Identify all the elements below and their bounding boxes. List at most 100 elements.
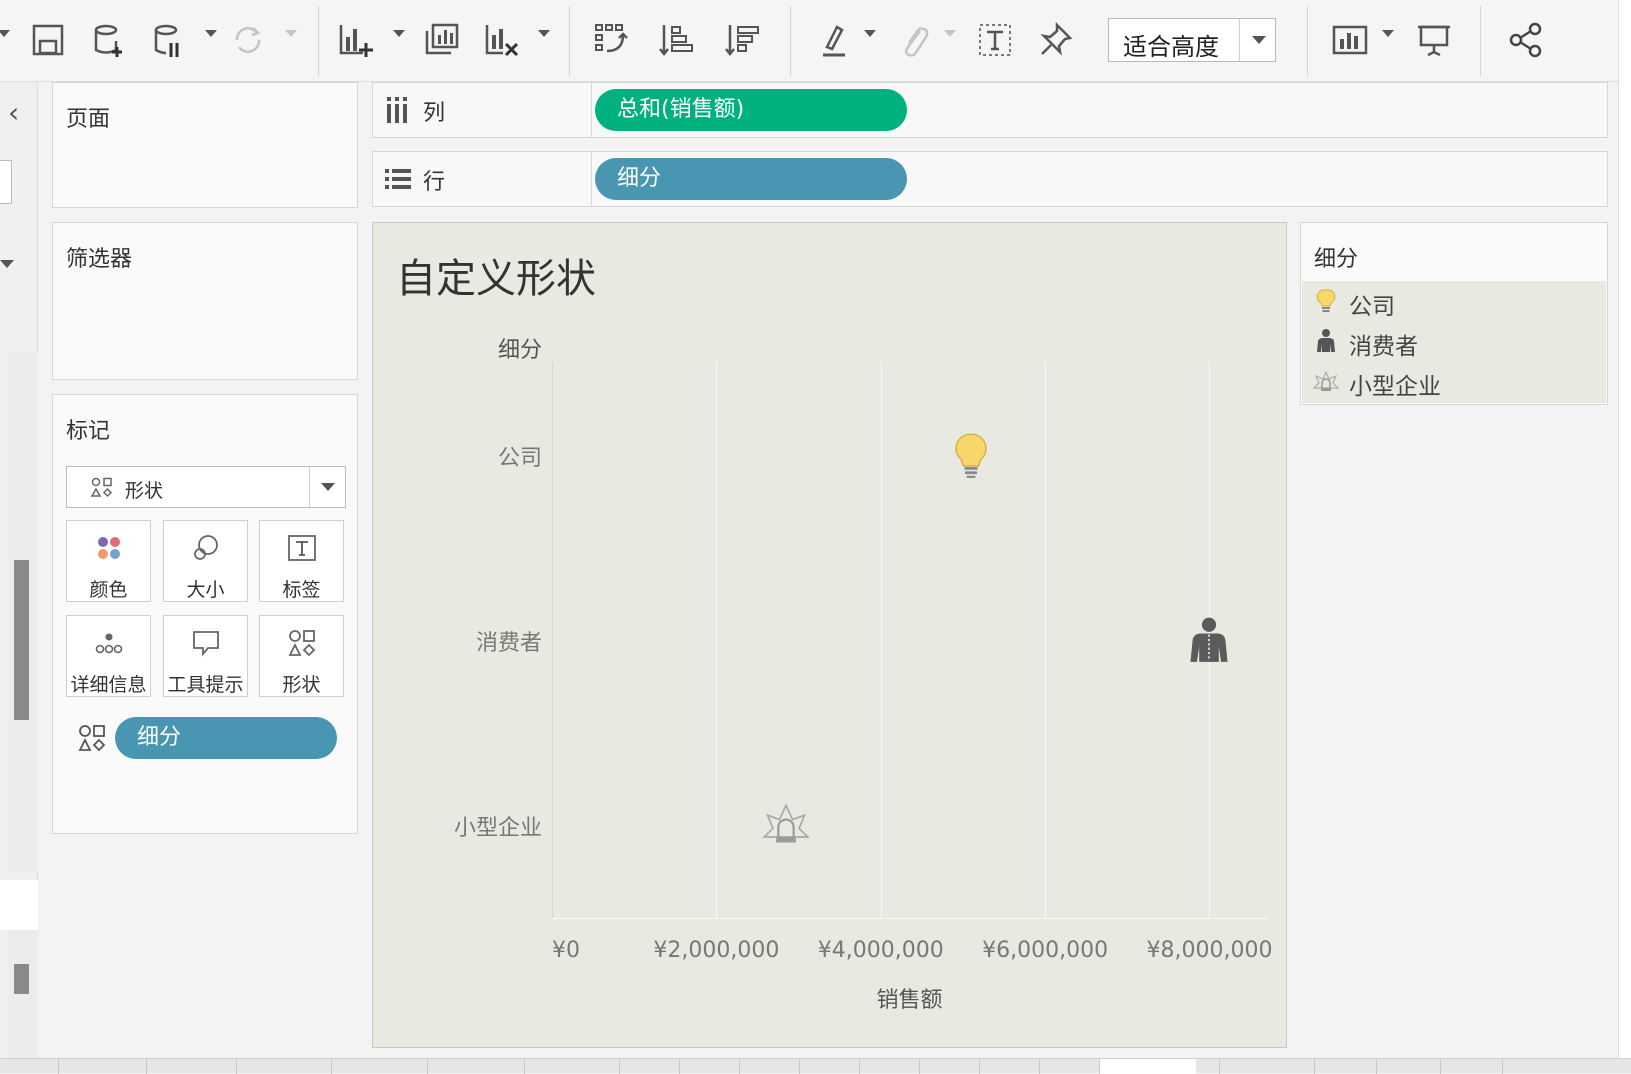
tooltip-button-label: 工具提示	[167, 674, 244, 696]
row-label: 消费者	[475, 631, 542, 656]
legend-item-company[interactable]: 公司	[1302, 281, 1602, 321]
mark-type-select[interactable]: 形状	[66, 466, 346, 508]
shape-button-label: 形状	[282, 674, 321, 696]
highlight-icon[interactable]	[814, 20, 854, 60]
columns-icon	[387, 97, 407, 123]
columns-pill[interactable]: 总和(销售额)	[595, 89, 907, 131]
sheet-tab-divider	[58, 1059, 59, 1074]
legend-label: 小型企业	[1349, 374, 1441, 400]
menu-caret[interactable]	[0, 30, 10, 37]
sort-descending-icon[interactable]	[722, 20, 762, 60]
clear-sheet-caret[interactable]	[538, 30, 550, 37]
shape-icon	[288, 630, 315, 657]
plot-area[interactable]	[552, 362, 1267, 919]
sheet-tab-divider	[979, 1059, 980, 1074]
gridline	[552, 362, 553, 918]
refresh-icon[interactable]	[228, 20, 268, 60]
show-me-caret[interactable]	[1382, 30, 1394, 37]
pages-panel[interactable]: 页面	[52, 82, 358, 208]
mark-type-caret[interactable]	[321, 483, 335, 491]
right-edge-panel	[1618, 0, 1631, 1058]
fit-select-value: 适合高度	[1123, 33, 1219, 61]
side-field-box[interactable]	[0, 160, 12, 204]
marks-title: 标记	[66, 419, 111, 444]
sort-ascending-icon[interactable]	[656, 20, 696, 60]
swap-icon[interactable]	[592, 20, 632, 60]
size-button-label: 大小	[186, 579, 225, 601]
highlight-caret[interactable]	[864, 30, 876, 37]
rows-shelf[interactable]: 行 细分	[372, 151, 1608, 207]
pause-update-icon[interactable]	[148, 20, 188, 60]
columns-shelf-label: 列	[373, 83, 592, 137]
fit-height-select[interactable]: 适合高度	[1108, 18, 1276, 62]
clear-sheet-icon[interactable]	[482, 20, 522, 60]
label-icon	[287, 535, 316, 561]
rows-pill[interactable]: 细分	[595, 158, 907, 200]
sheet-tab-divider	[859, 1059, 860, 1074]
sheet-tab-divider	[331, 1059, 332, 1074]
size-button[interactable]: 大小	[163, 520, 248, 602]
gridline	[880, 362, 882, 918]
attach-caret[interactable]	[944, 30, 956, 37]
label-button[interactable]: 标签	[259, 520, 344, 602]
sheet-tab-divider	[1039, 1059, 1040, 1074]
show-me-icon[interactable]	[1330, 20, 1370, 60]
bell-icon	[1312, 370, 1340, 391]
shape-field-pill[interactable]: 细分	[115, 717, 337, 759]
shape-field-icon	[78, 725, 106, 752]
shape-button[interactable]: 形状	[259, 615, 344, 697]
person-icon	[1317, 329, 1335, 352]
legend-label: 公司	[1349, 294, 1395, 320]
filters-panel[interactable]: 筛选器	[52, 222, 358, 380]
lightbulb-icon	[1316, 289, 1336, 312]
share-icon[interactable]	[1506, 20, 1546, 60]
pause-dropdown-caret[interactable]	[205, 30, 217, 37]
new-worksheet-icon[interactable]	[336, 20, 376, 60]
refresh-dropdown-caret[interactable]	[285, 30, 297, 37]
row-label: 小型企业	[453, 816, 542, 842]
active-sheet-tab[interactable]	[1100, 1059, 1196, 1074]
data-mark-bell[interactable]	[762, 801, 811, 849]
chart-title: 自定义形状	[396, 256, 596, 302]
new-worksheet-caret[interactable]	[393, 30, 405, 37]
text-label-icon[interactable]	[975, 20, 1015, 60]
x-tick-label: ¥4,000,000	[817, 938, 944, 963]
columns-label: 列	[423, 101, 446, 126]
collapse-chevron-icon[interactable]: ‹	[8, 96, 19, 129]
rows-label: 行	[423, 170, 446, 195]
sheet-tab-divider	[524, 1059, 525, 1074]
legend-title: 细分	[1314, 247, 1359, 272]
legend-item-small-business[interactable]: 小型企业	[1302, 361, 1602, 401]
sheet-tab-divider	[427, 1059, 428, 1074]
row-labels: 公司消费者小型企业	[380, 362, 542, 918]
size-icon	[193, 535, 218, 560]
detail-icon	[95, 633, 122, 654]
shape-legend[interactable]: 细分 公司 消费者 小型企业	[1300, 222, 1608, 405]
color-button[interactable]: 颜色	[66, 520, 151, 602]
pin-icon[interactable]	[1036, 20, 1076, 60]
row-header: 细分	[497, 338, 542, 363]
data-mark-person[interactable]	[1185, 616, 1233, 664]
rows-icon	[385, 169, 411, 189]
tooltip-button[interactable]: 工具提示	[163, 615, 248, 697]
presentation-icon[interactable]	[1414, 20, 1454, 60]
side-scrollbar-thumb-2[interactable]	[14, 964, 29, 994]
fit-select-caret[interactable]	[1252, 36, 1266, 44]
save-icon[interactable]	[28, 20, 68, 60]
columns-shelf[interactable]: 列 总和(销售额)	[372, 82, 1608, 138]
attach-icon[interactable]	[894, 20, 934, 60]
sheet-tab-divider	[1502, 1059, 1503, 1074]
data-mark-lightbulb[interactable]	[947, 431, 995, 479]
side-dropdown-caret[interactable]	[0, 260, 14, 268]
row-label: 公司	[497, 445, 542, 471]
x-axis-title: 销售额	[876, 988, 943, 1013]
sheet-tab-strip[interactable]	[0, 1058, 1631, 1074]
detail-button[interactable]: 详细信息	[66, 615, 151, 697]
duplicate-sheet-icon[interactable]	[422, 20, 462, 60]
legend-item-consumer[interactable]: 消费者	[1302, 321, 1602, 361]
side-scroll-track-2	[8, 930, 38, 1060]
side-scrollbar-thumb[interactable]	[14, 560, 29, 720]
new-datasource-icon[interactable]	[88, 20, 128, 60]
shape-icon	[91, 477, 113, 498]
detail-button-label: 详细信息	[70, 674, 147, 696]
